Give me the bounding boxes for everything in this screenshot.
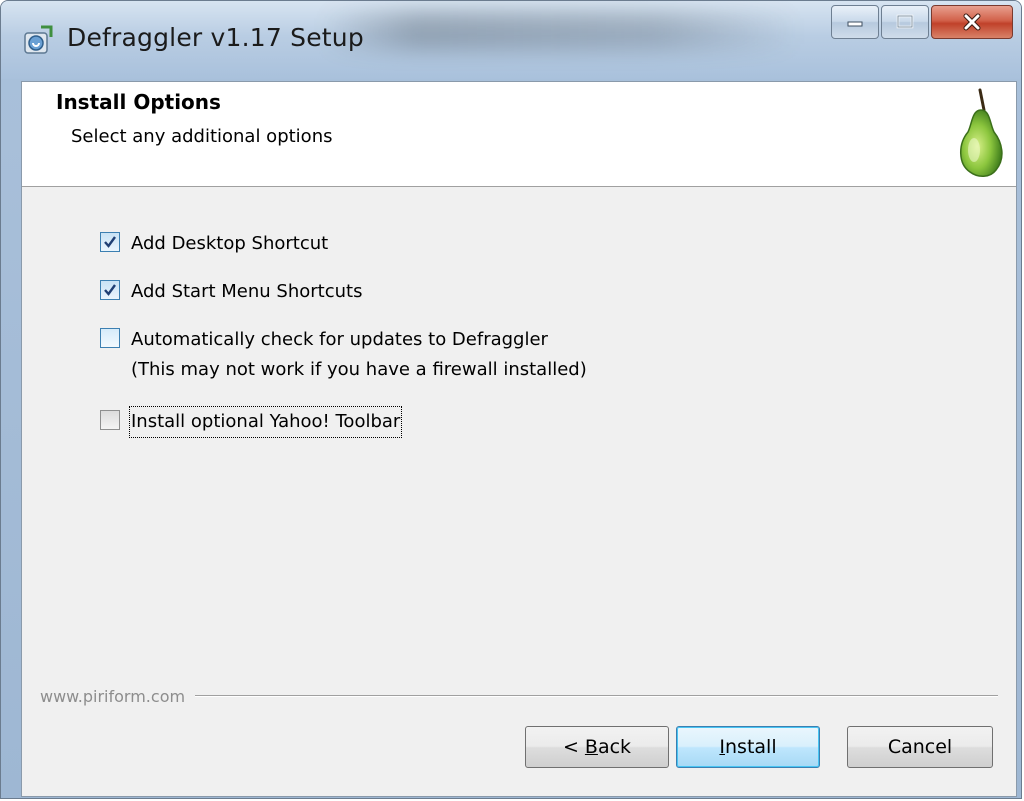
close-button[interactable] [931,5,1013,39]
desktop-shortcut-checkbox[interactable] [100,232,120,252]
page-subtitle: Select any additional options [71,126,333,147]
title-bar-glass-blur [321,11,801,51]
option-auto-updates[interactable]: Automatically check for updates to Defra… [100,326,587,384]
minimize-icon [847,21,863,27]
start-menu-shortcuts-label[interactable]: Add Start Menu Shortcuts [131,278,362,306]
back-button-rest: ack [597,736,632,758]
auto-updates-checkbox[interactable] [100,328,120,348]
start-menu-shortcuts-checkbox[interactable] [100,280,120,300]
brand-text: www.piriform.com [40,686,186,706]
desktop-shortcut-label[interactable]: Add Desktop Shortcut [131,230,328,258]
close-icon [963,13,981,31]
maximize-button[interactable] [881,5,929,39]
setup-app-icon [24,25,53,54]
install-button-rest: nstall [725,736,777,758]
minimize-button[interactable] [831,5,879,39]
auto-updates-note: (This may not work if you have a firewal… [131,359,587,380]
back-button[interactable]: < Back [525,726,669,768]
checkmark-icon [104,236,116,248]
setup-window: Defraggler v1.17 Setup Install Options S… [0,0,1022,799]
footer-divider [195,695,998,697]
pear-logo-icon [960,88,1003,177]
option-start-menu-shortcuts[interactable]: Add Start Menu Shortcuts [100,278,362,306]
option-yahoo-toolbar[interactable]: Install optional Yahoo! Toolbar [100,406,403,438]
window-title: Defraggler v1.17 Setup [67,23,364,52]
install-button[interactable]: Install [676,726,820,768]
back-button-accel: B [584,736,598,758]
title-bar[interactable]: Defraggler v1.17 Setup [1,1,1021,79]
caption-buttons [831,5,1013,39]
checkmark-icon [104,284,116,296]
maximize-icon [896,14,914,29]
page-title: Install Options [56,90,221,114]
yahoo-toolbar-label[interactable]: Install optional Yahoo! Toolbar [128,406,403,438]
option-desktop-shortcut[interactable]: Add Desktop Shortcut [100,230,328,258]
back-button-prefix: < [562,736,585,758]
dialog-client-area: Install Options Select any additional op… [21,81,1017,797]
auto-updates-label[interactable]: Automatically check for updates to Defra… [131,326,587,354]
yahoo-toolbar-checkbox[interactable] [100,410,120,430]
header-panel: Install Options Select any additional op… [22,82,1016,187]
footer-brand-line: www.piriform.com [40,686,998,706]
cancel-button[interactable]: Cancel [847,726,993,768]
